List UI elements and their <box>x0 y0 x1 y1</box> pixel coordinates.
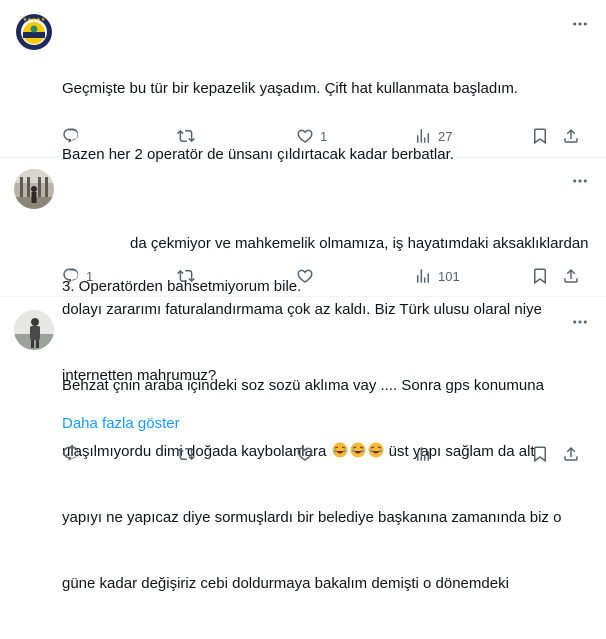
repost-icon <box>177 269 195 283</box>
like-count: 1 <box>320 128 328 144</box>
share-icon <box>564 268 578 283</box>
text-line: da çekmiyor ve mahkemelik olmamıza, iş h… <box>130 235 589 252</box>
like-icon <box>297 269 313 283</box>
views-button[interactable] <box>414 444 432 464</box>
repost-button[interactable] <box>177 266 201 286</box>
views-icon <box>417 129 429 143</box>
text-line: Geçmişte bu tür bir kepazelik yaşadım. Ç… <box>62 80 519 97</box>
bookmark-button[interactable] <box>531 126 549 146</box>
reply-icon <box>63 268 79 283</box>
avatar[interactable]: ★★★★★ <box>14 12 54 52</box>
repost-icon <box>177 129 195 143</box>
reply-post[interactable]: ★★★★★ Geçmişte bu tür bir kepazelik yaşa… <box>0 0 606 295</box>
reply-feed: ★★★★★ Geçmişte bu tür bir kepazelik yaşa… <box>0 0 606 592</box>
repost-button[interactable] <box>177 444 195 464</box>
reply-button[interactable] <box>62 444 80 464</box>
action-bar <box>0 444 606 464</box>
action-bar: 1 27 <box>0 126 606 146</box>
text-line: güne kadar değişiriz cebi doldurmaya bak… <box>62 575 509 592</box>
view-count: 101 <box>438 268 460 284</box>
reply-icon <box>63 128 79 143</box>
reply-button[interactable] <box>62 126 86 146</box>
views-icon <box>417 269 429 283</box>
share-icon <box>564 128 578 143</box>
share-button[interactable] <box>562 126 580 146</box>
bookmark-button[interactable] <box>531 266 549 286</box>
bookmark-button[interactable] <box>531 444 549 464</box>
like-button[interactable] <box>296 266 320 286</box>
reply-post[interactable]: da çekmiyor ve mahkemelik olmamıza, iş h… <box>0 157 606 384</box>
reply-post[interactable]: Behzat çnin araba içindeki soz sozü aklı… <box>0 296 606 592</box>
more-icon <box>573 179 587 183</box>
more-button[interactable] <box>570 14 590 34</box>
more-button[interactable] <box>570 312 590 332</box>
views-button[interactable]: 27 <box>414 126 452 146</box>
like-icon <box>297 129 313 143</box>
show-more-link[interactable]: Daha fazla göster <box>62 415 180 432</box>
more-icon <box>573 320 587 324</box>
avatar[interactable] <box>14 169 54 209</box>
repost-icon <box>177 447 195 461</box>
share-button[interactable] <box>562 266 580 286</box>
views-button[interactable]: 101 <box>414 266 460 286</box>
bookmark-icon <box>534 128 546 145</box>
reply-count: 1 <box>86 268 94 284</box>
text-line: yapıyı ne yapıcaz diye sormuşlardı bir b… <box>62 509 562 526</box>
bookmark-icon <box>534 446 546 463</box>
svg-text:★★★★★: ★★★★★ <box>23 17 46 23</box>
reply-button[interactable]: 1 <box>62 266 93 286</box>
share-icon <box>564 446 578 461</box>
action-bar: 1 101 <box>0 266 606 286</box>
more-icon <box>573 22 587 26</box>
post-text: Behzat çnin araba içindeki soz sozü aklı… <box>62 331 602 639</box>
views-icon <box>417 447 429 461</box>
like-button[interactable] <box>296 444 314 464</box>
text-line: Behzat çnin araba içindeki soz sozü aklı… <box>62 377 544 394</box>
bookmark-icon <box>534 268 546 285</box>
more-button[interactable] <box>570 171 590 191</box>
like-icon <box>297 447 313 461</box>
share-button[interactable] <box>562 444 580 464</box>
view-count: 27 <box>438 128 453 144</box>
repost-button[interactable] <box>177 126 201 146</box>
reply-icon <box>63 446 79 461</box>
like-button[interactable]: 1 <box>296 126 327 146</box>
avatar[interactable] <box>14 310 54 350</box>
